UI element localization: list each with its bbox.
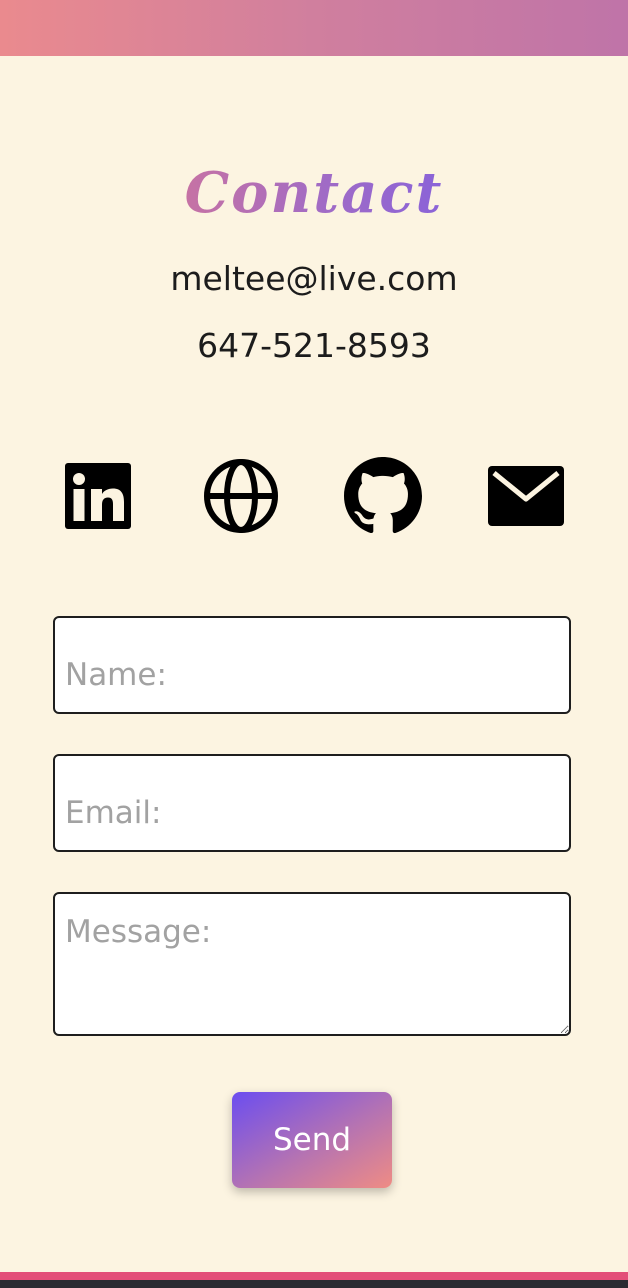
footer-bar xyxy=(0,1280,628,1288)
mail-link[interactable] xyxy=(486,456,566,536)
header-gradient-bar xyxy=(0,0,628,56)
page-title: Contact xyxy=(0,158,628,228)
github-icon xyxy=(344,457,422,534)
website-link[interactable] xyxy=(201,456,281,536)
globe-icon xyxy=(204,459,278,533)
name-field[interactable] xyxy=(53,616,571,714)
linkedin-link[interactable] xyxy=(58,456,138,536)
contact-email: meltee@live.com xyxy=(170,259,458,298)
footer-accent-bar xyxy=(0,1272,628,1280)
mail-icon xyxy=(488,466,564,526)
github-link[interactable] xyxy=(343,456,423,536)
message-field[interactable] xyxy=(53,892,571,1036)
linkedin-icon xyxy=(65,463,131,529)
send-button[interactable]: Send xyxy=(232,1092,392,1188)
contact-phone: 647-521-8593 xyxy=(197,326,431,365)
page-title-text: Contact xyxy=(184,160,444,226)
email-field[interactable] xyxy=(53,754,571,852)
